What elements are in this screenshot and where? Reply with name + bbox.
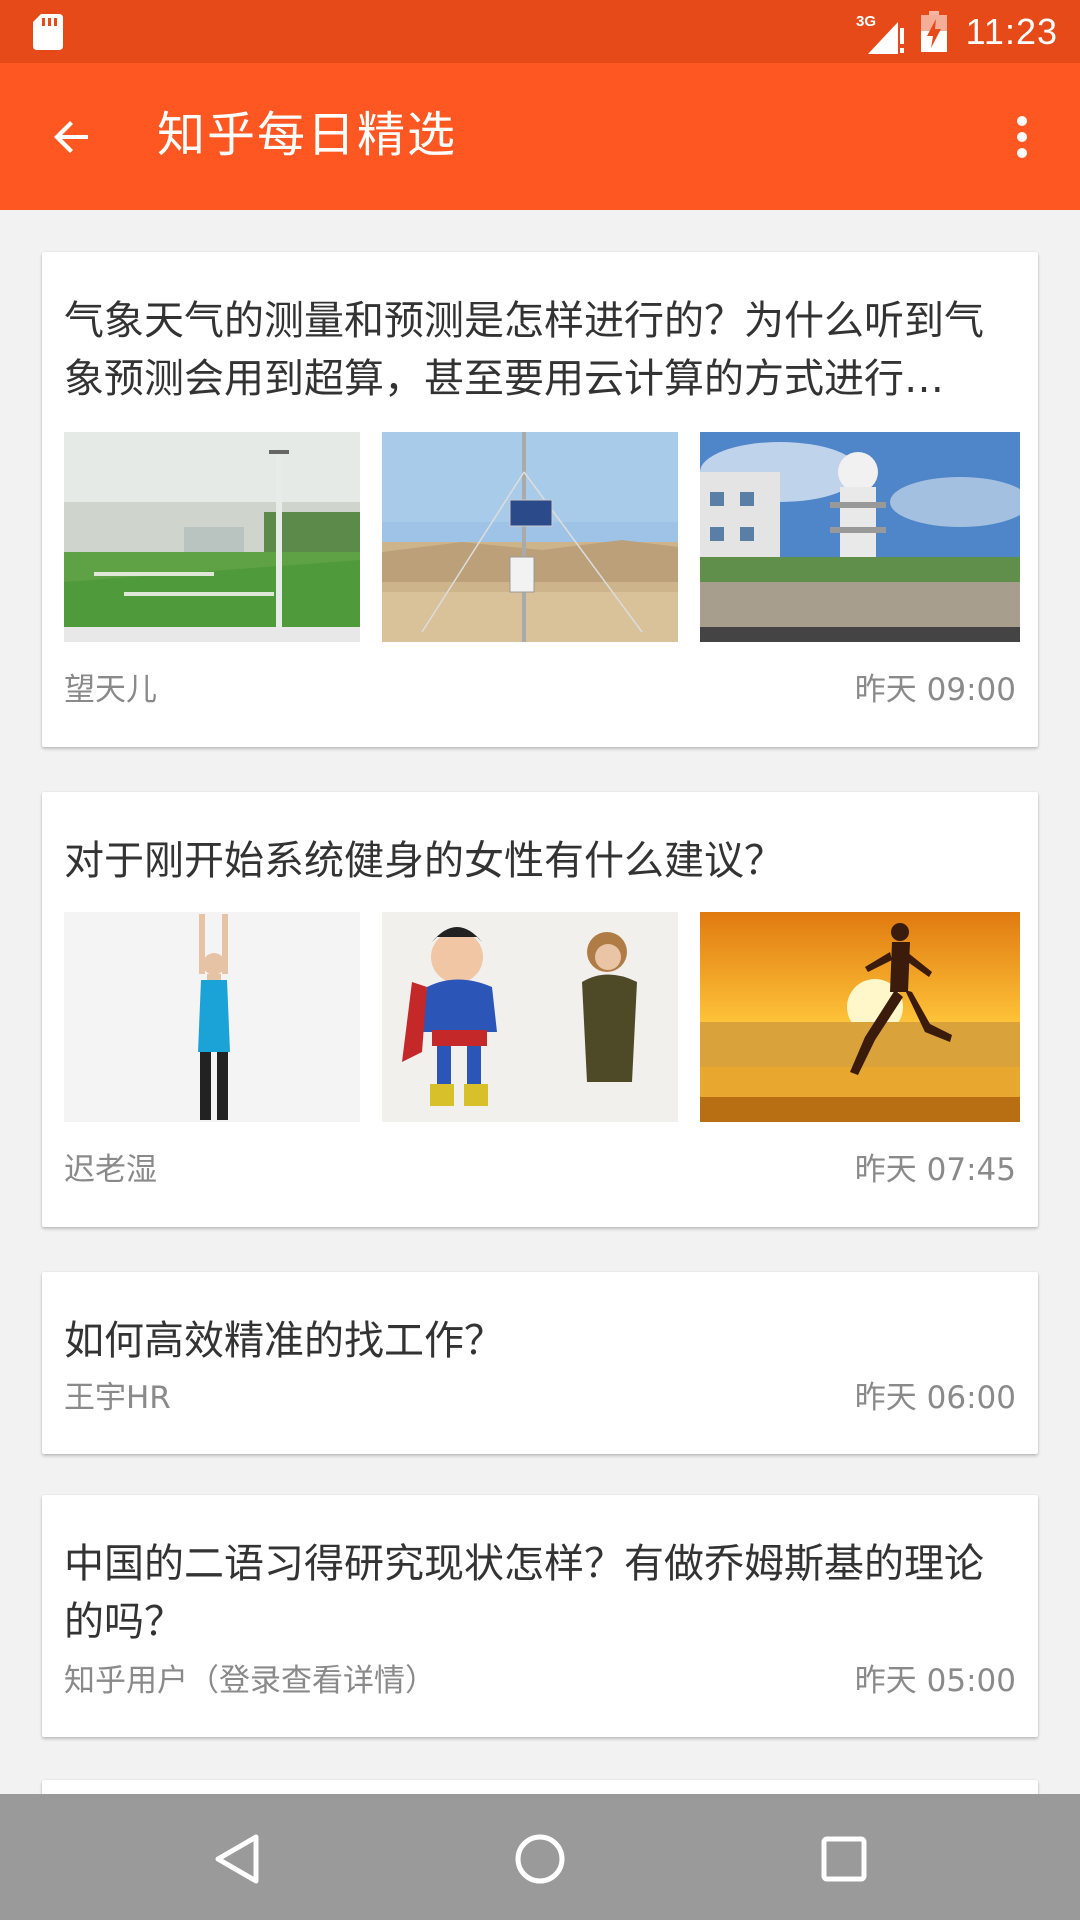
runner-at-sunset-image xyxy=(700,912,1020,1122)
card-thumbnails xyxy=(64,912,1020,1122)
system-nav-bar xyxy=(0,1794,1080,1920)
back-button[interactable] xyxy=(40,105,104,169)
card-time: 昨天 07:45 xyxy=(854,1152,1016,1188)
battery-charging-icon xyxy=(920,11,947,52)
feed-list[interactable]: 气象天气的测量和预测是怎样进行的？为什么听到气象预测会用到超算，甚至要用云计算的… xyxy=(0,210,1080,1794)
observatory-tower-image xyxy=(700,432,1020,642)
card-time: 昨天 06:00 xyxy=(854,1380,1016,1416)
solar-weather-mast-image xyxy=(382,432,678,642)
nav-home-button[interactable] xyxy=(508,1827,572,1891)
back-triangle-icon xyxy=(215,1834,259,1884)
card-thumbnail[interactable] xyxy=(382,912,678,1122)
feed-card[interactable]: 中国的二语习得研究现状怎样？有做乔姆斯基的理论的吗？ 知乎用户（登录查看详情） … xyxy=(42,1495,1038,1737)
home-circle-icon xyxy=(515,1834,565,1884)
status-time: 11:23 xyxy=(965,11,1058,52)
recents-square-icon xyxy=(821,1836,867,1882)
arrow-back-icon xyxy=(54,121,88,153)
card-title: 对于刚开始系统健身的女性有什么建议？ xyxy=(64,838,784,884)
card-author: 迟老湿 xyxy=(64,1152,157,1188)
card-author: 知乎用户（登录查看详情） xyxy=(64,1663,436,1699)
card-author: 王宇HR xyxy=(64,1380,171,1416)
sd-card-icon xyxy=(33,14,63,50)
card-thumbnail[interactable] xyxy=(382,432,678,642)
card-title: 如何高效精准的找工作？ xyxy=(64,1318,504,1364)
card-title: 中国的二语习得研究现状怎样？有做乔姆斯基的理论的吗？ xyxy=(64,1541,984,1645)
card-thumbnail[interactable] xyxy=(64,912,360,1122)
card-thumbnail[interactable] xyxy=(700,432,1020,642)
overflow-menu-button[interactable] xyxy=(992,105,1052,169)
card-thumbnail[interactable] xyxy=(64,432,360,642)
page-title: 知乎每日精选 xyxy=(157,107,458,163)
feed-card[interactable]: 如何高效精准的找工作？ 王宇HR 昨天 06:00 xyxy=(42,1272,1038,1454)
card-thumbnail[interactable] xyxy=(700,912,1020,1122)
nav-recents-button[interactable] xyxy=(812,1827,876,1891)
card-author: 望天儿 xyxy=(64,672,157,708)
nav-back-button[interactable] xyxy=(205,1827,269,1891)
cartoon-superhero-image xyxy=(382,912,678,1122)
app-bar: 知乎每日精选 xyxy=(0,63,1080,210)
weather-station-field-image xyxy=(64,432,360,642)
card-time: 昨天 09:00 xyxy=(854,672,1016,708)
feed-card[interactable]: 气象天气的测量和预测是怎样进行的？为什么听到气象预测会用到超算，甚至要用云计算的… xyxy=(42,252,1038,747)
card-title: 气象天气的测量和预测是怎样进行的？为什么听到气象预测会用到超算，甚至要用云计算的… xyxy=(64,298,984,402)
feed-card[interactable] xyxy=(42,1780,1038,1794)
status-bar: 3G 11:23 xyxy=(0,0,1080,63)
feed-card[interactable]: 对于刚开始系统健身的女性有什么建议？ 迟老湿 昨天 07:45 xyxy=(42,792,1038,1227)
card-thumbnails xyxy=(64,432,1020,642)
signal-3g-icon: 3G xyxy=(856,13,904,54)
status-icons: 3G 11:23 xyxy=(856,4,1058,60)
card-time: 昨天 05:00 xyxy=(854,1663,1016,1699)
network-type-label: 3G xyxy=(856,13,876,30)
woman-arms-raised-image xyxy=(64,912,360,1122)
more-vert-icon xyxy=(1017,116,1027,158)
